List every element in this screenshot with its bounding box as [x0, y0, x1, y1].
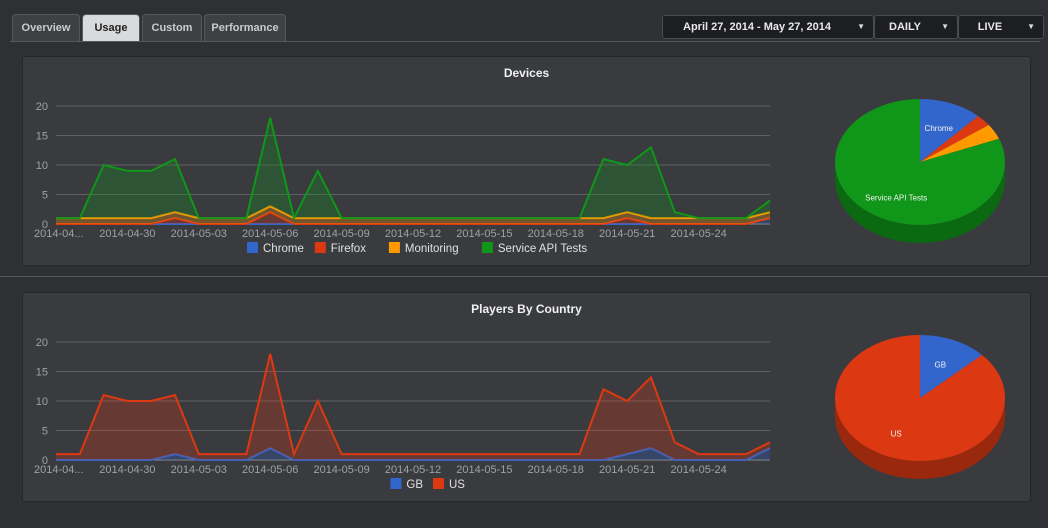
x-tick-label: 2014-05-12	[385, 464, 441, 476]
x-tick-label: 2014-05-21	[599, 464, 655, 476]
players-by-country-chart: 051015202014-04... 2014-04-30 2014-05-03 20…	[34, 335, 1005, 491]
y-tick-label: 5	[42, 190, 48, 202]
tab-usage[interactable]: Usage	[82, 14, 140, 42]
series-area-service-api-tests	[56, 117, 770, 219]
series-area-us	[56, 353, 770, 460]
x-tick-label: 2014-05-12	[385, 228, 441, 240]
x-tick-label: 2014-04...	[34, 228, 84, 240]
tab-custom[interactable]: Custom	[142, 14, 202, 42]
x-tick-label: 2014-04...	[34, 464, 84, 476]
devices-panel: Devices 0 5 10 15 20 2014-04... 2014-04-30 2014…	[22, 56, 1031, 266]
y-tick-label: 15	[36, 367, 48, 379]
y-tick-label: 10	[36, 160, 48, 172]
pie-label-service-api-tests: Service API Tests	[865, 194, 927, 203]
x-tick-label: 2014-05-15	[456, 228, 512, 240]
x-tick-label: 2014-05-03	[171, 464, 227, 476]
legend-swatch-monitoring	[388, 242, 400, 253]
x-tick-label: 2014-05-06	[242, 228, 298, 240]
date-range-dropdown[interactable]: April 27, 2014 - May 27, 2014 ▼	[662, 15, 874, 39]
legend-swatch-firefox	[314, 242, 326, 253]
x-tick-label: 2014-05-24	[670, 228, 726, 240]
x-tick-label: 2014-05-18	[528, 464, 584, 476]
tab-divider	[10, 41, 1040, 42]
date-range-label: April 27, 2014 - May 27, 2014	[683, 21, 831, 33]
y-tick-label: 10	[36, 396, 48, 408]
pie-label-chrome: Chrome	[925, 124, 954, 133]
legend-swatch-gb	[390, 478, 402, 489]
legend-label-service-api-tests: Service API Tests	[498, 243, 588, 255]
legend-swatch-us	[433, 478, 444, 489]
x-tick-label: 2014-05-21	[599, 228, 655, 240]
tab-overview[interactable]: Overview	[12, 14, 80, 42]
x-tick-label: 2014-04-30	[99, 464, 155, 476]
mode-label: LIVE	[977, 21, 1003, 33]
x-tick-label: 2014-05-24	[670, 464, 726, 476]
legend-swatch-chrome	[247, 242, 258, 253]
legend-swatch-service-api-tests	[481, 242, 493, 253]
y-tick-label: 15	[36, 131, 48, 143]
y-tick-label: 5	[42, 426, 48, 438]
interval-label: DAILY	[889, 21, 921, 33]
players-by-country-panel: Players By Country 0 5 10 15 20 2014-04... 201…	[22, 292, 1031, 502]
x-tick-label: 2014-05-09	[313, 464, 369, 476]
legend-label-gb: GB	[406, 479, 423, 491]
legend-label-monitoring: Monitoring	[405, 243, 459, 255]
x-tick-label: 2014-05-09	[313, 228, 369, 240]
chevron-down-icon: ▼	[857, 22, 865, 31]
y-tick-label: 20	[36, 101, 48, 113]
pie-label-us: US	[891, 430, 902, 439]
legend-label-chrome: Chrome	[263, 243, 304, 255]
x-tick-label: 2014-05-18	[528, 228, 584, 240]
legend-label-us: US	[449, 479, 465, 491]
legend-label-firefox: Firefox	[331, 243, 366, 255]
x-tick-label: 2014-05-06	[242, 464, 298, 476]
tab-performance[interactable]: Performance	[204, 14, 286, 42]
mode-dropdown[interactable]: LIVE ▼	[958, 15, 1044, 39]
chevron-down-icon: ▼	[1027, 22, 1035, 31]
x-tick-label: 2014-05-15	[456, 464, 512, 476]
panel-divider	[0, 276, 1048, 277]
devices-chart: 051015202014-04... 2014-04-30 2014-05-03 20…	[34, 99, 1005, 255]
chevron-down-icon: ▼	[941, 22, 949, 31]
pie-label-gb: GB	[934, 360, 946, 369]
x-tick-label: 2014-04-30	[99, 228, 155, 240]
y-tick-label: 20	[36, 337, 48, 349]
interval-dropdown[interactable]: DAILY ▼	[874, 15, 958, 39]
x-tick-label: 2014-05-03	[171, 228, 227, 240]
